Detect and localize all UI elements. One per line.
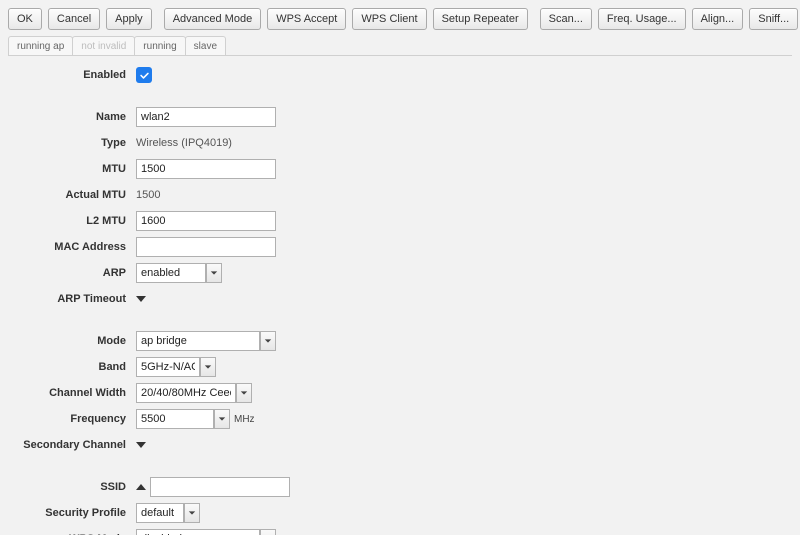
band-label: Band bbox=[8, 361, 136, 373]
enabled-label: Enabled bbox=[8, 69, 136, 81]
wps-client-button[interactable]: WPS Client bbox=[352, 8, 426, 30]
chevron-down-icon bbox=[264, 337, 272, 345]
apply-button[interactable]: Apply bbox=[106, 8, 152, 30]
wps-accept-button[interactable]: WPS Accept bbox=[267, 8, 346, 30]
security-profile-select[interactable] bbox=[136, 503, 184, 523]
channel-width-select[interactable] bbox=[136, 383, 236, 403]
l2-mtu-label: L2 MTU bbox=[8, 215, 136, 227]
check-icon bbox=[139, 70, 150, 81]
chevron-down-icon bbox=[210, 269, 218, 277]
band-select[interactable] bbox=[136, 357, 200, 377]
frequency-dropdown-button[interactable] bbox=[214, 409, 230, 429]
form-area: Enabled Name Type Wireless (IPQ4019) MTU bbox=[0, 58, 800, 535]
channel-width-label: Channel Width bbox=[8, 387, 136, 399]
align-button[interactable]: Align... bbox=[692, 8, 744, 30]
chevron-down-icon bbox=[204, 363, 212, 371]
mac-address-input[interactable] bbox=[136, 237, 276, 257]
arp-dropdown-button[interactable] bbox=[206, 263, 222, 283]
scan-button[interactable]: Scan... bbox=[540, 8, 592, 30]
security-profile-dropdown-button[interactable] bbox=[184, 503, 200, 523]
cancel-button[interactable]: Cancel bbox=[48, 8, 100, 30]
secondary-channel-label: Secondary Channel bbox=[8, 439, 136, 451]
ssid-label: SSID bbox=[8, 481, 136, 493]
type-value: Wireless (IPQ4019) bbox=[136, 137, 232, 149]
ok-button[interactable]: OK bbox=[8, 8, 42, 30]
arp-select[interactable] bbox=[136, 263, 206, 283]
tab-running[interactable]: running bbox=[134, 36, 185, 55]
secondary-channel-expand-icon[interactable] bbox=[136, 442, 146, 448]
security-profile-label: Security Profile bbox=[8, 507, 136, 519]
mtu-label: MTU bbox=[8, 163, 136, 175]
mode-dropdown-button[interactable] bbox=[260, 331, 276, 351]
arp-label: ARP bbox=[8, 267, 136, 279]
name-input[interactable] bbox=[136, 107, 276, 127]
setup-repeater-button[interactable]: Setup Repeater bbox=[433, 8, 528, 30]
tab-running-ap[interactable]: running ap bbox=[8, 36, 73, 55]
channel-width-dropdown-button[interactable] bbox=[236, 383, 252, 403]
frequency-unit: MHz bbox=[234, 414, 255, 425]
freq-usage-button[interactable]: Freq. Usage... bbox=[598, 8, 686, 30]
sniff-button[interactable]: Sniff... bbox=[749, 8, 798, 30]
chevron-down-icon bbox=[218, 415, 226, 423]
chevron-down-icon bbox=[188, 509, 196, 517]
arp-timeout-label: ARP Timeout bbox=[8, 293, 136, 305]
mode-label: Mode bbox=[8, 335, 136, 347]
mac-address-label: MAC Address bbox=[8, 241, 136, 253]
frequency-label: Frequency bbox=[8, 413, 136, 425]
wps-mode-dropdown-button[interactable] bbox=[260, 529, 276, 535]
name-label: Name bbox=[8, 111, 136, 123]
mtu-input[interactable] bbox=[136, 159, 276, 179]
tab-not-invalid[interactable]: not invalid bbox=[72, 36, 135, 55]
frequency-select[interactable] bbox=[136, 409, 214, 429]
actual-mtu-label: Actual MTU bbox=[8, 189, 136, 201]
mode-select[interactable] bbox=[136, 331, 260, 351]
ssid-collapse-icon[interactable] bbox=[136, 484, 146, 490]
wps-mode-select[interactable] bbox=[136, 529, 260, 535]
enabled-checkbox[interactable] bbox=[136, 67, 152, 83]
actual-mtu-value: 1500 bbox=[136, 189, 160, 201]
band-dropdown-button[interactable] bbox=[200, 357, 216, 377]
status-tabs: running ap not invalid running slave bbox=[8, 36, 792, 56]
chevron-down-icon bbox=[240, 389, 248, 397]
arp-timeout-expand-icon[interactable] bbox=[136, 296, 146, 302]
advanced-mode-button[interactable]: Advanced Mode bbox=[164, 8, 262, 30]
tab-slave[interactable]: slave bbox=[185, 36, 226, 55]
l2-mtu-input[interactable] bbox=[136, 211, 276, 231]
ssid-input[interactable] bbox=[150, 477, 290, 497]
type-label: Type bbox=[8, 137, 136, 149]
top-toolbar: OK Cancel Apply Advanced Mode WPS Accept… bbox=[0, 0, 800, 36]
